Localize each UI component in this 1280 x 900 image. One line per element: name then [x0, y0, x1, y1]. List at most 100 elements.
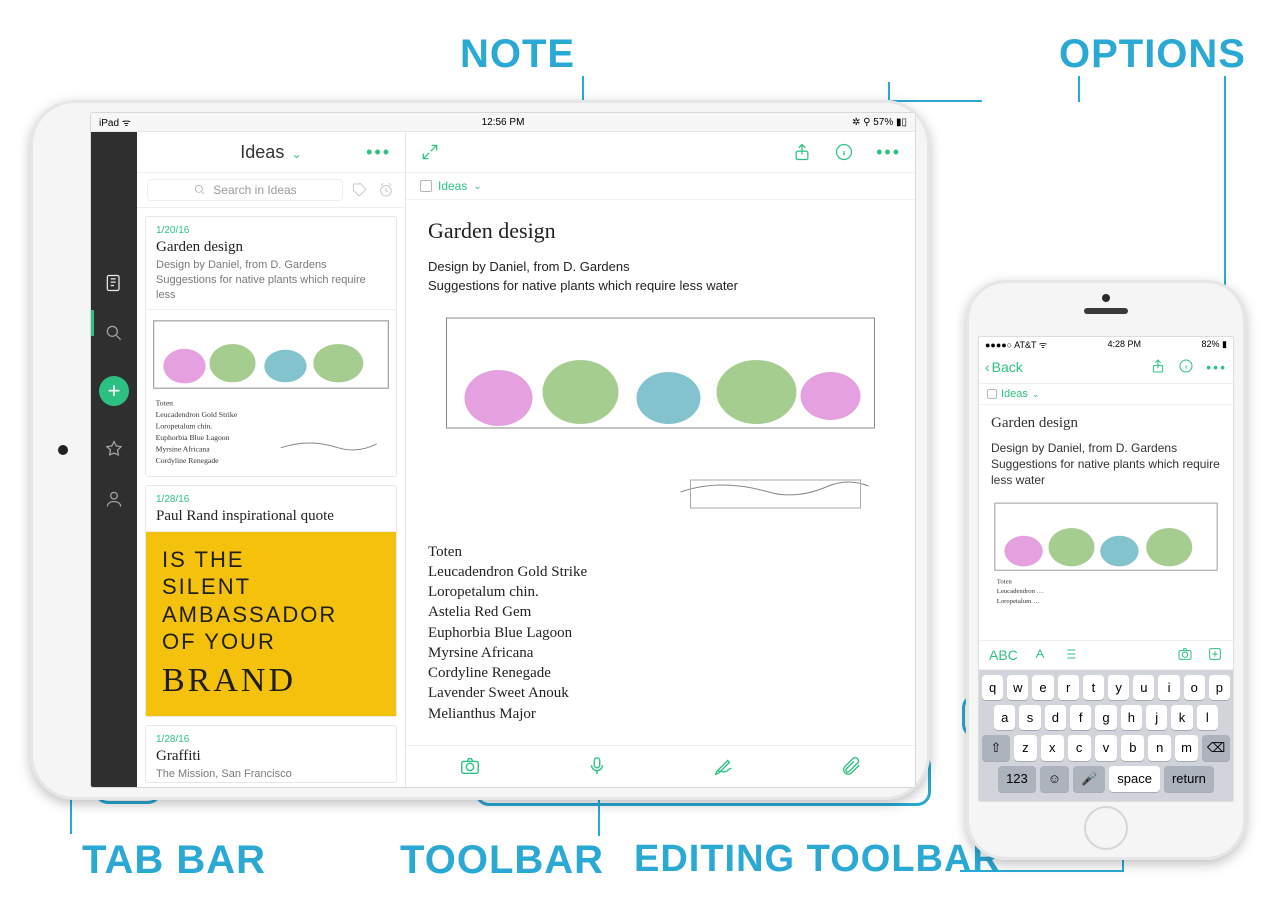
- key[interactable]: n: [1148, 735, 1171, 761]
- delete-key[interactable]: ⌫: [1202, 735, 1230, 761]
- key[interactable]: p: [1209, 675, 1230, 700]
- list-header: Ideas ⌄ •••: [137, 132, 405, 173]
- key[interactable]: a: [994, 705, 1015, 730]
- list-more-button[interactable]: •••: [366, 142, 391, 163]
- breadcrumb[interactable]: Ideas ⌄: [406, 173, 915, 200]
- keyboard-row: ⇧ z x c v b n m ⌫: [982, 735, 1230, 761]
- breadcrumb[interactable]: Ideas ⌄: [979, 384, 1233, 405]
- key[interactable]: u: [1133, 675, 1154, 700]
- key[interactable]: v: [1095, 735, 1118, 761]
- iphone-home-button[interactable]: [1084, 806, 1128, 850]
- info-icon[interactable]: [834, 142, 854, 162]
- note-title: Garden design: [156, 239, 386, 256]
- key[interactable]: w: [1007, 675, 1028, 700]
- emoji-key[interactable]: ☺: [1040, 766, 1069, 792]
- search-placeholder: Search in Ideas: [213, 183, 296, 197]
- note-body[interactable]: Garden design Design by Daniel, from D. …: [406, 200, 915, 745]
- key[interactable]: j: [1146, 705, 1167, 730]
- svg-text:Myrsine Africana: Myrsine Africana: [156, 444, 211, 453]
- tab-notes-icon[interactable]: [103, 272, 125, 294]
- search-input[interactable]: Search in Ideas: [147, 179, 343, 201]
- key[interactable]: b: [1121, 735, 1144, 761]
- key[interactable]: e: [1032, 675, 1053, 700]
- callout-options: OPTIONS: [1059, 32, 1246, 77]
- reminder-icon[interactable]: [377, 181, 395, 199]
- key[interactable]: h: [1121, 705, 1142, 730]
- list-icon[interactable]: [1062, 646, 1078, 665]
- shift-key[interactable]: ⇧: [982, 735, 1010, 761]
- note-image: TotenLeucadendron …Loropetalum …: [991, 497, 1221, 607]
- key[interactable]: i: [1158, 675, 1179, 700]
- expand-icon[interactable]: [420, 142, 440, 162]
- editing-toolbar: ABC: [979, 640, 1233, 670]
- brand-line: BRAND: [162, 660, 380, 703]
- callout-toolbar: TOOLBAR: [400, 838, 604, 883]
- key[interactable]: z: [1014, 735, 1037, 761]
- chevron-down-icon: ⌄: [288, 147, 301, 161]
- key[interactable]: y: [1108, 675, 1129, 700]
- chevron-left-icon: ‹: [985, 359, 990, 375]
- sketch-icon[interactable]: [713, 755, 735, 780]
- camera-icon[interactable]: [459, 755, 481, 780]
- note-body[interactable]: Garden design Design by Daniel, from D. …: [979, 405, 1233, 640]
- note-text: Suggestions for native plants which requ…: [428, 277, 893, 296]
- share-icon[interactable]: [792, 142, 812, 162]
- return-key[interactable]: return: [1164, 766, 1214, 792]
- mic-key[interactable]: 🎤: [1073, 766, 1105, 792]
- numbers-key[interactable]: 123: [998, 766, 1036, 792]
- add-icon[interactable]: [1207, 646, 1223, 665]
- key[interactable]: t: [1083, 675, 1104, 700]
- key[interactable]: g: [1095, 705, 1116, 730]
- key[interactable]: q: [982, 675, 1003, 700]
- callout-editing-toolbar: EDITING TOOLBAR: [634, 838, 1001, 881]
- iphone-nav-bar: ‹Back •••: [979, 351, 1233, 384]
- tab-search-icon[interactable]: [103, 322, 125, 344]
- handwritten-list: Toten Leucadendron Gold Strike Loropetal…: [428, 542, 893, 724]
- key[interactable]: r: [1058, 675, 1079, 700]
- tab-shortcuts-icon[interactable]: [103, 438, 125, 460]
- mic-icon[interactable]: [586, 755, 608, 780]
- list-item[interactable]: 1/28/16 Graffiti The Mission, San Franci…: [145, 725, 397, 783]
- ipad-camera: [58, 445, 68, 455]
- key[interactable]: x: [1041, 735, 1064, 761]
- note-text: Suggestions for native plants which requ…: [991, 456, 1221, 488]
- info-icon[interactable]: [1178, 358, 1194, 377]
- note-toolbar: •••: [406, 132, 915, 173]
- svg-text:Leucadendron Gold Strike: Leucadendron Gold Strike: [156, 410, 238, 419]
- svg-text:Loropetalum …: Loropetalum …: [997, 597, 1040, 604]
- list-item[interactable]: 1/28/16 Paul Rand inspirational quote IS…: [145, 485, 397, 718]
- key[interactable]: s: [1019, 705, 1040, 730]
- key[interactable]: k: [1171, 705, 1192, 730]
- list-item[interactable]: 1/20/16 Garden design Design by Daniel, …: [145, 216, 397, 477]
- key[interactable]: m: [1175, 735, 1198, 761]
- note-list: 1/20/16 Garden design Design by Daniel, …: [137, 208, 405, 788]
- note-options-button[interactable]: •••: [1206, 359, 1227, 375]
- share-icon[interactable]: [1150, 358, 1166, 377]
- camera-icon[interactable]: [1177, 646, 1193, 665]
- key[interactable]: d: [1045, 705, 1066, 730]
- svg-text:Euphorbia Blue Lagoon: Euphorbia Blue Lagoon: [156, 433, 230, 442]
- note-thumbnail: Toten Leucadendron Gold Strike Loropetalu…: [146, 309, 396, 476]
- keyboard-row: q w e r t y u i o p: [982, 675, 1230, 700]
- text-style-icon[interactable]: [1032, 646, 1048, 665]
- new-note-button[interactable]: +: [99, 376, 129, 406]
- key[interactable]: o: [1184, 675, 1205, 700]
- back-button[interactable]: ‹Back: [985, 359, 1023, 375]
- crumb-label: Ideas: [438, 179, 467, 193]
- key[interactable]: f: [1070, 705, 1091, 730]
- note-text: Design by Daniel, from D. Gardens: [991, 440, 1221, 456]
- note-options-button[interactable]: •••: [876, 142, 901, 163]
- space-key[interactable]: space: [1109, 766, 1160, 792]
- key[interactable]: l: [1197, 705, 1218, 730]
- tab-account-icon[interactable]: [103, 488, 125, 510]
- key[interactable]: c: [1068, 735, 1091, 761]
- tag-icon[interactable]: [351, 181, 369, 199]
- callout-note: NOTE: [460, 32, 575, 77]
- brand-line: OF YOUR: [162, 628, 380, 656]
- attach-icon[interactable]: [840, 755, 862, 780]
- svg-text:Toten: Toten: [156, 398, 174, 407]
- abc-button[interactable]: ABC: [989, 647, 1018, 663]
- note-image: [428, 312, 893, 532]
- notebook-title[interactable]: Ideas ⌄: [240, 142, 301, 163]
- svg-text:Loropetalum chin.: Loropetalum chin.: [156, 421, 213, 430]
